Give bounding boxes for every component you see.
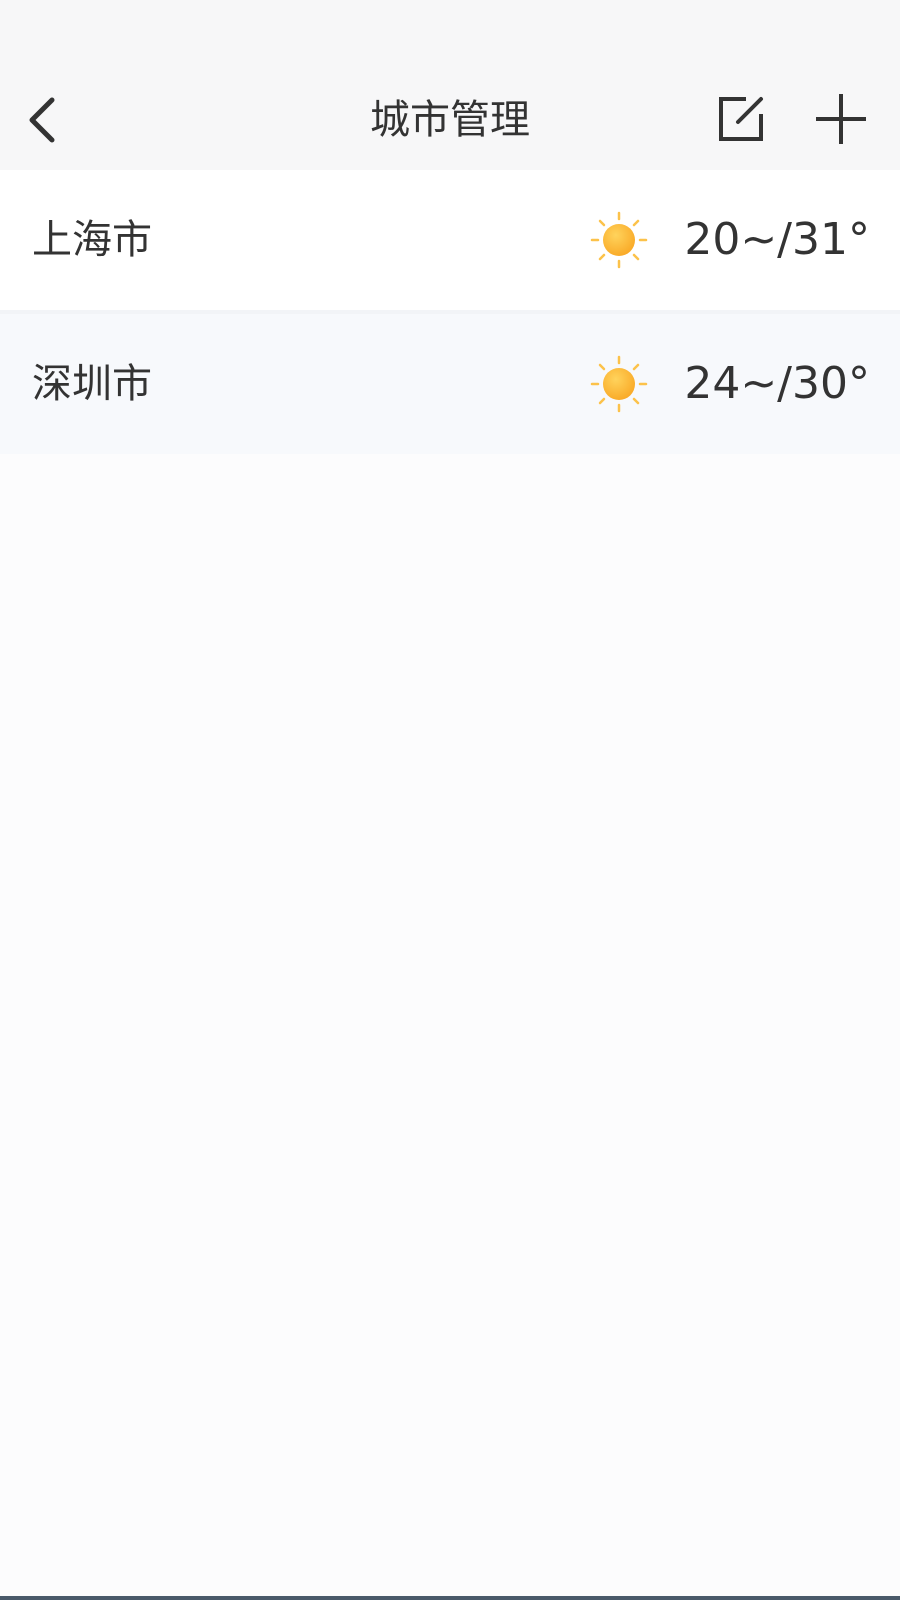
city-name: 上海市 xyxy=(32,217,152,263)
temperature-range: 20~/31° xyxy=(684,214,870,265)
city-list: 上海市 20~/31° 深圳市 24~/30° xyxy=(0,170,900,454)
sunny-icon xyxy=(590,355,648,413)
city-row[interactable]: 深圳市 24~/30° xyxy=(0,310,900,454)
city-name: 深圳市 xyxy=(32,361,152,407)
add-city-button[interactable] xyxy=(810,88,872,150)
plus-icon xyxy=(816,94,866,144)
back-button[interactable] xyxy=(14,90,70,150)
temperature-range: 24~/30° xyxy=(684,358,870,409)
edit-button[interactable] xyxy=(712,88,770,150)
edit-square-icon xyxy=(719,97,763,141)
sunny-icon xyxy=(590,211,648,269)
chevron-left-icon xyxy=(29,97,55,143)
page-title: 城市管理 xyxy=(370,97,530,143)
top-bar: 城市管理 xyxy=(0,70,900,170)
status-bar xyxy=(0,0,900,70)
bottom-divider xyxy=(0,1596,900,1600)
city-row[interactable]: 上海市 20~/31° xyxy=(0,170,900,310)
